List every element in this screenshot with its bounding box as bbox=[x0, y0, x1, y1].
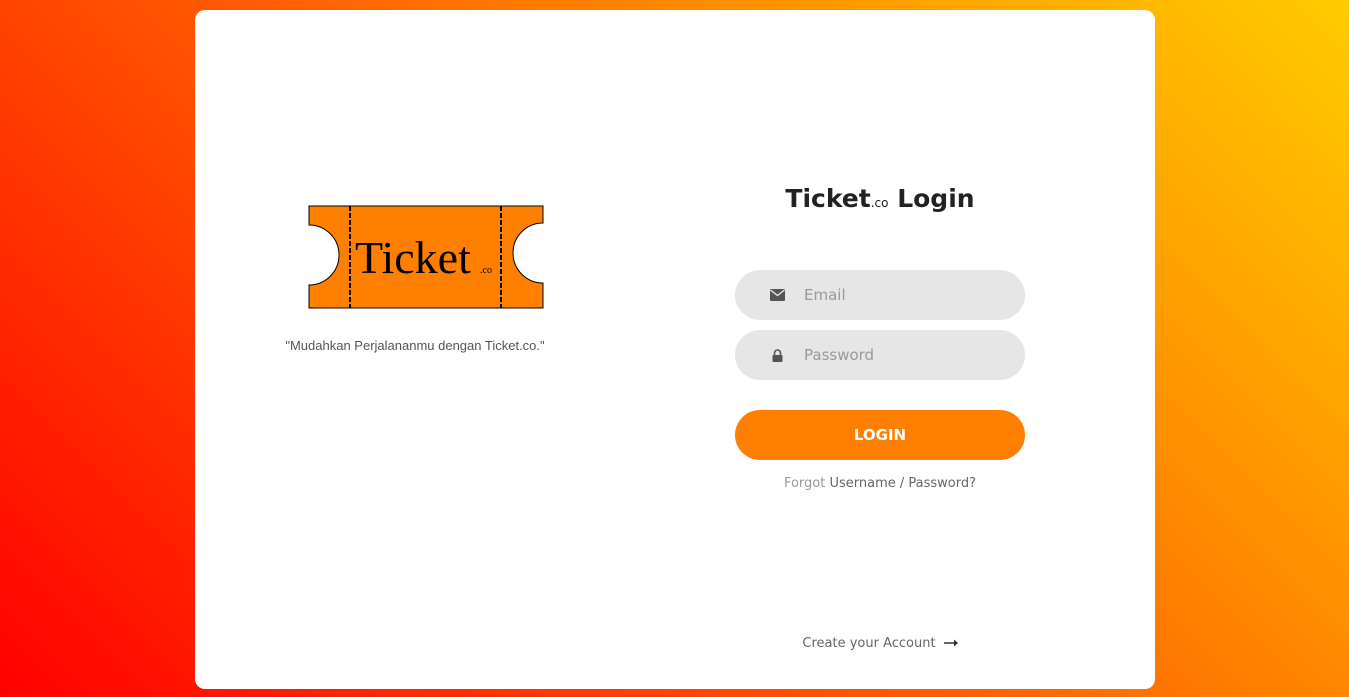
title-suffix: .co bbox=[870, 196, 889, 210]
email-input[interactable] bbox=[802, 285, 1006, 305]
logo-suffix: .co bbox=[480, 265, 492, 276]
ticket-logo: Ticket .co bbox=[295, 203, 555, 313]
password-field[interactable] bbox=[735, 330, 1025, 380]
create-account-label[interactable]: Create your Account bbox=[802, 636, 935, 651]
forgot-password-link[interactable]: Username / Password? bbox=[829, 476, 976, 491]
email-field[interactable] bbox=[735, 270, 1025, 320]
forgot-password: Forgot Username / Password? bbox=[735, 476, 1025, 491]
login-card: Ticket .co "Mudahkan Perjalananmu dengan… bbox=[195, 10, 1155, 689]
forgot-prefix: Forgot bbox=[783, 476, 826, 491]
create-account-link[interactable]: Create your Account bbox=[735, 636, 1025, 651]
envelope-icon bbox=[768, 289, 786, 301]
tagline: "Mudahkan Perjalananmu dengan Ticket.co.… bbox=[285, 338, 545, 353]
title-brand: Ticket bbox=[785, 184, 871, 213]
login-button[interactable]: LOGIN bbox=[735, 410, 1025, 460]
page-title: Ticket.co Login bbox=[735, 184, 1025, 213]
logo-text: Ticket bbox=[355, 232, 471, 283]
arrow-right-icon bbox=[943, 636, 958, 651]
lock-icon bbox=[768, 348, 786, 362]
password-input[interactable] bbox=[802, 345, 1006, 365]
title-login: Login bbox=[897, 184, 975, 213]
